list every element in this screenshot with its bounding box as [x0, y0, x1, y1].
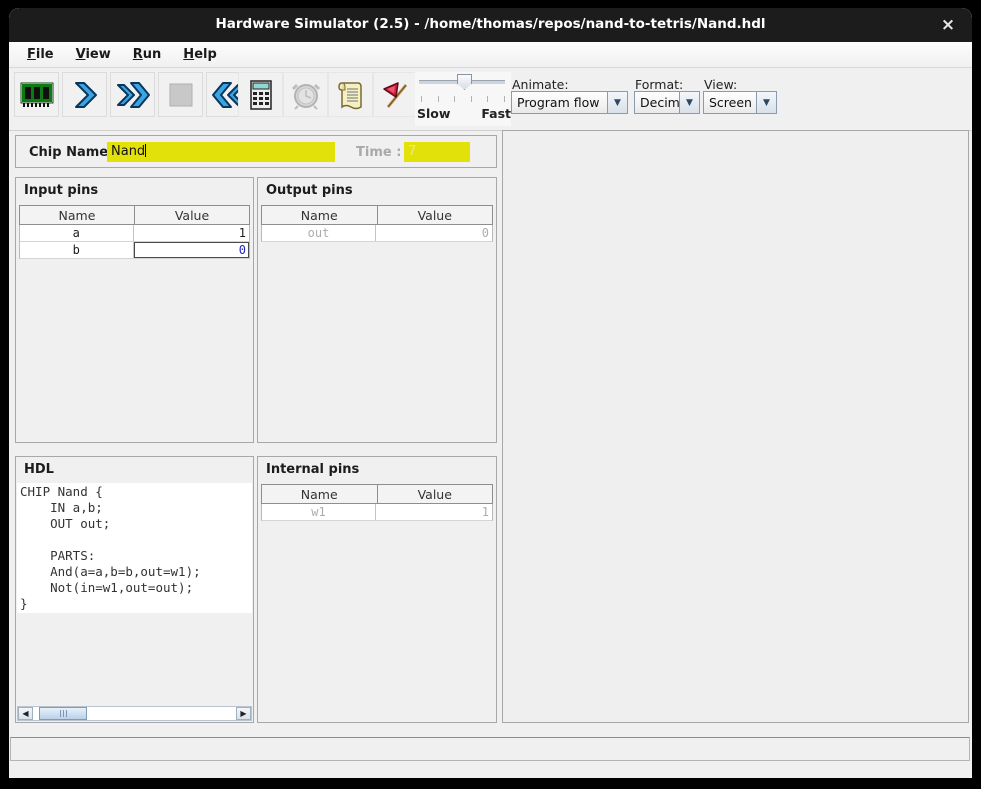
chip-name-field[interactable]: Nand	[107, 142, 335, 162]
slider-thumb[interactable]	[457, 74, 472, 90]
menu-bar: File View Run Help	[9, 42, 972, 68]
hdl-code-line: IN a,b;	[20, 500, 252, 516]
slow-label: Slow	[417, 106, 450, 121]
format-label: Format:	[635, 77, 683, 92]
hdl-code-line: PARTS:	[20, 548, 252, 564]
name-column-header: Name	[262, 206, 377, 224]
stop-square-icon	[168, 82, 194, 108]
time-field: 7	[404, 142, 470, 162]
value-column-header: Value	[377, 206, 493, 224]
table-header: Name Value	[19, 205, 250, 225]
load-chip-button[interactable]	[14, 72, 59, 117]
chevron-down-icon: ▼	[756, 92, 776, 113]
pin-value-selected[interactable]: 0	[133, 242, 250, 258]
value-column-header: Value	[134, 206, 249, 224]
table-row[interactable]: b 0	[19, 242, 250, 259]
speed-slider-group: Slow Fast	[415, 72, 511, 126]
breakpoints-button[interactable]	[373, 72, 418, 117]
format-select[interactable]: Decimal ▼	[634, 91, 700, 114]
single-step-button[interactable]	[62, 72, 107, 117]
hdl-title: HDL	[16, 457, 253, 477]
output-pins-title: Output pins	[258, 178, 496, 198]
chip-name-bar: Chip Name : Nand Time : 7	[15, 135, 497, 168]
view-select[interactable]: Screen ▼	[703, 91, 777, 114]
table-header: Name Value	[261, 484, 493, 504]
hdl-code-line: CHIP Nand {	[20, 484, 252, 500]
calculator-icon	[247, 79, 275, 111]
double-chevron-right-icon	[115, 79, 151, 111]
pin-value[interactable]: 1	[133, 225, 250, 241]
run-button[interactable]	[110, 72, 155, 117]
output-pins-panel: Output pins Name Value out 0	[257, 177, 497, 443]
pin-name: a	[20, 225, 133, 241]
animate-value: Program flow	[512, 92, 607, 113]
menu-run[interactable]: Run	[133, 47, 162, 62]
title-bar: Hardware Simulator (2.5) - /home/thomas/…	[9, 8, 972, 42]
slider-ticks	[421, 96, 505, 102]
close-button[interactable]: ×	[938, 15, 958, 35]
animate-label: Animate:	[512, 77, 569, 92]
output-pins-table: Name Value out 0	[261, 205, 493, 242]
load-script-button[interactable]	[328, 72, 373, 117]
flag-icon	[380, 79, 412, 111]
table-row[interactable]: out 0	[261, 225, 493, 242]
hdl-code-line: }	[20, 596, 252, 612]
menu-view[interactable]: View	[76, 47, 111, 62]
hdl-horizontal-scrollbar[interactable]: ◀ ▶	[17, 706, 252, 721]
view-label: View:	[704, 77, 737, 92]
hdl-code-line: Not(in=w1,out=out);	[20, 580, 252, 596]
table-row[interactable]: w1 1	[261, 504, 493, 521]
menu-file[interactable]: File	[27, 47, 54, 62]
chevron-right-icon	[70, 79, 100, 111]
window-title: Hardware Simulator (2.5) - /home/thomas/…	[9, 16, 972, 32]
stop-button[interactable]	[158, 72, 203, 117]
pin-name: out	[262, 225, 375, 241]
table-row[interactable]: a 1	[19, 225, 250, 242]
chevron-down-icon: ▼	[679, 92, 699, 113]
hardware-simulator-screen: Hardware Simulator (2.5) - /home/thomas/…	[0, 0, 981, 789]
chip-display-panel	[502, 130, 969, 723]
eval-button[interactable]	[238, 72, 283, 117]
pin-name: w1	[262, 504, 375, 520]
chip-name-label: Chip Name :	[29, 145, 118, 160]
hdl-code-view[interactable]: CHIP Nand { IN a,b; OUT out; PARTS: And(…	[17, 483, 252, 613]
chevron-down-icon: ▼	[607, 92, 627, 113]
time-label: Time :	[356, 145, 401, 160]
table-header: Name Value	[261, 205, 493, 225]
app-window: Hardware Simulator (2.5) - /home/thomas/…	[9, 8, 972, 778]
animate-select[interactable]: Program flow ▼	[511, 91, 628, 114]
pin-value: 1	[375, 504, 492, 520]
scrollbar-thumb[interactable]	[39, 707, 87, 720]
scrollbar-track[interactable]	[33, 707, 236, 720]
view-value: Screen	[704, 92, 756, 113]
hdl-code-line: And(a=a,b=b,out=w1);	[20, 564, 252, 580]
internal-pins-panel: Internal pins Name Value w1 1	[257, 456, 497, 723]
name-column-header: Name	[20, 206, 134, 224]
text-caret	[145, 144, 146, 157]
input-pins-table: Name Value a 1 b 0	[19, 205, 250, 259]
alarm-clock-icon	[290, 79, 322, 111]
fast-label: Fast	[481, 106, 511, 121]
value-column-header: Value	[377, 485, 493, 503]
clock-button[interactable]	[283, 72, 328, 117]
hdl-code-line	[20, 532, 252, 548]
internal-pins-table: Name Value w1 1	[261, 484, 493, 521]
input-pins-panel: Input pins Name Value a 1 b 0	[15, 177, 254, 443]
hdl-code-line: OUT out;	[20, 516, 252, 532]
toolbar: Slow Fast Animate: Program flow ▼ Format…	[9, 68, 972, 131]
menu-help[interactable]: Help	[183, 47, 216, 62]
scroll-left-arrow-icon[interactable]: ◀	[18, 707, 33, 720]
scroll-icon	[336, 79, 366, 111]
name-column-header: Name	[262, 485, 377, 503]
format-value: Decimal	[635, 92, 679, 113]
pin-value: 0	[375, 225, 492, 241]
hdl-panel: HDL CHIP Nand { IN a,b; OUT out; PARTS: …	[15, 456, 254, 723]
scroll-right-arrow-icon[interactable]: ▶	[236, 707, 251, 720]
input-pins-title: Input pins	[16, 178, 253, 198]
memory-chip-icon	[19, 80, 55, 110]
internal-pins-title: Internal pins	[258, 457, 496, 477]
pin-name: b	[20, 242, 133, 258]
status-bar	[10, 737, 970, 761]
